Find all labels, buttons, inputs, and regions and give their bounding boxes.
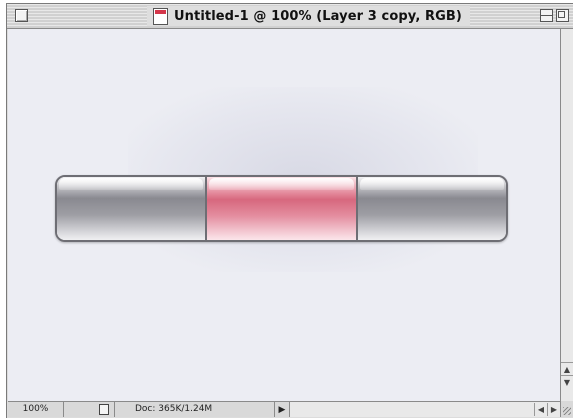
zoom-level-field[interactable]: 100% — [8, 402, 64, 417]
document-size-info: Doc: 365K/1.24M — [115, 402, 275, 417]
left-segment-button[interactable] — [57, 177, 208, 240]
horizontal-scrollbar[interactable]: ◀ ▶ — [290, 402, 573, 417]
status-bar: 100% Doc: 365K/1.24M ▶ ◀ ▶ — [8, 401, 573, 417]
right-segment-button[interactable] — [357, 177, 506, 240]
scroll-left-icon[interactable]: ◀ — [534, 403, 547, 416]
page-icon — [99, 404, 109, 415]
status-menu-arrow-icon[interactable]: ▶ — [275, 402, 290, 417]
scroll-right-icon[interactable]: ▶ — [547, 403, 560, 416]
canvas-area[interactable] — [8, 29, 560, 401]
segmented-button-bar — [55, 175, 508, 242]
zoom-box[interactable] — [556, 9, 569, 22]
collapse-box[interactable] — [540, 9, 553, 22]
vertical-scrollbar[interactable]: ▲ ▼ — [560, 29, 573, 401]
document-icon — [153, 7, 168, 25]
document-window: Untitled-1 @ 100% (Layer 3 copy, RGB) ▲ … — [6, 3, 573, 418]
window-title: Untitled-1 @ 100% (Layer 3 copy, RGB) — [174, 8, 462, 24]
window-title-wrap: Untitled-1 @ 100% (Layer 3 copy, RGB) — [147, 6, 470, 26]
scroll-up-icon[interactable]: ▲ — [561, 362, 573, 376]
scroll-down-icon[interactable]: ▼ — [561, 375, 573, 389]
close-box[interactable] — [15, 9, 28, 22]
middle-segment-button[interactable] — [207, 177, 358, 240]
title-bar[interactable]: Untitled-1 @ 100% (Layer 3 copy, RGB) — [7, 4, 573, 29]
resize-grip-icon[interactable] — [560, 401, 573, 417]
document-preview-button[interactable] — [94, 402, 115, 417]
